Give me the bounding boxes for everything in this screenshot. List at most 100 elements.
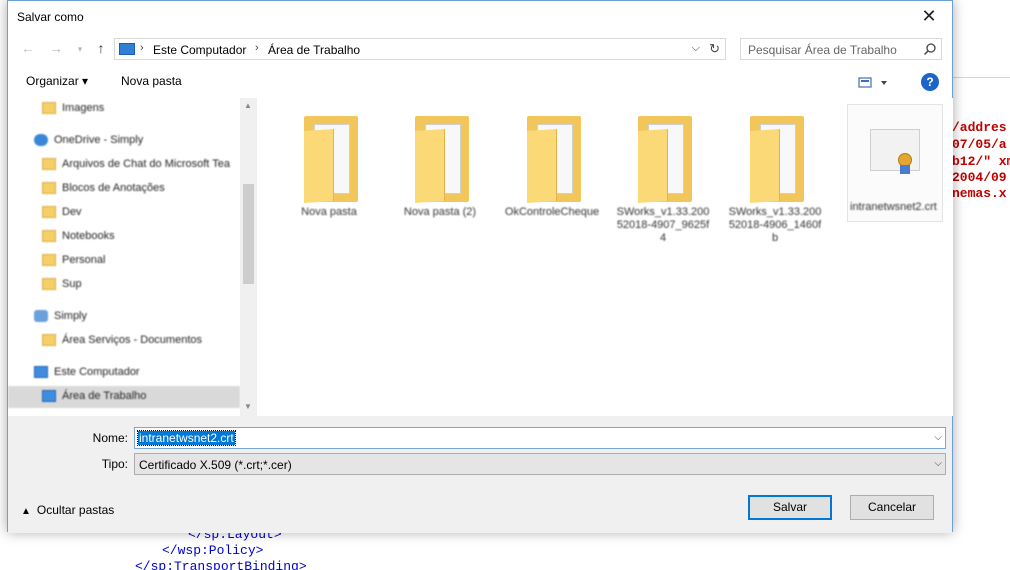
change-view-icon[interactable] (857, 75, 893, 91)
editor-line: </wsp:Policy> (162, 543, 264, 558)
folder-icon (42, 254, 56, 266)
file-item-folder[interactable]: Nova pasta (279, 104, 379, 244)
breadcrumb-area-de-trabalho[interactable]: Área de Trabalho (268, 43, 360, 57)
dialog-title: Salvar como (17, 10, 84, 24)
save-as-dialog: Salvar como ✕ ← → ▾ ↑ › Este Computador … (7, 0, 953, 533)
tree-item-label: Blocos de Anotações (62, 182, 165, 194)
address-bar[interactable]: › Este Computador › Área de Trabalho ⌵ ↻ (114, 38, 726, 60)
folder-icon (527, 116, 581, 204)
navigation-bar: ← → ▾ ↑ › Este Computador › Área de Trab… (8, 32, 952, 66)
certificate-icon (870, 129, 920, 171)
file-name: OkControleCheque (504, 206, 600, 218)
tree-item-imagens[interactable]: Imagens (8, 98, 240, 120)
person-icon (34, 310, 48, 322)
tree-item-simply[interactable]: Simply (8, 306, 240, 328)
editor-line: /addres (952, 120, 1007, 135)
organize-button[interactable]: Organizar ▾ (26, 74, 88, 88)
tree-item-label: Área Serviços - Documentos (62, 334, 202, 346)
tree-item-label: Este Computador (54, 366, 140, 378)
close-button[interactable]: ✕ (906, 1, 952, 32)
editor-line: 2004/09 (952, 170, 1007, 185)
tree-item-arquivos-chat[interactable]: Arquivos de Chat do Microsoft Tea (8, 154, 240, 176)
tree-item-label: Área de Trabalho (62, 390, 147, 402)
folder-icon (304, 116, 358, 204)
tree-item-dev[interactable]: Dev (8, 202, 240, 224)
navigation-scrollbar[interactable]: ▲ ▼ (240, 98, 257, 416)
search-input[interactable]: Pesquisar Área de Trabalho (748, 43, 897, 57)
hide-folders-button[interactable]: ▲ Ocultar pastas (21, 503, 114, 517)
scroll-thumb[interactable] (243, 184, 254, 284)
folder-icon (42, 182, 56, 194)
scroll-down-icon[interactable]: ▼ (244, 402, 252, 411)
file-item-folder[interactable]: OkControleCheque (502, 104, 602, 244)
ribbon-icon (900, 165, 910, 174)
back-arrow-icon[interactable]: ← (18, 40, 38, 58)
chevron-down-icon[interactable]: ⌵ (934, 458, 942, 469)
tree-item-label: Notebooks (62, 230, 115, 242)
file-type-select[interactable]: Certificado X.509 (*.crt;*.cer) ⌵ (134, 453, 946, 475)
chevron-down-icon[interactable]: ⌵ (692, 42, 700, 55)
hide-folders-label: Ocultar pastas (36, 503, 115, 517)
file-name: SWorks_v1.33.20052018-4906_1460fb (728, 206, 822, 244)
file-item-folder[interactable]: SWorks_v1.33.20052018-4907_9625f4 (613, 104, 713, 244)
folder-icon (415, 116, 469, 204)
file-name: intranetwsnet2.crt (850, 201, 937, 213)
navigation-pane: Imagens OneDrive - Simply Arquivos de Ch… (8, 98, 258, 416)
folder-icon (42, 334, 56, 346)
file-item-certificate[interactable]: intranetwsnet2.crt (847, 104, 943, 222)
chevron-up-icon: ▲ (21, 506, 31, 517)
folder-icon (638, 116, 692, 204)
tree-item-notebooks[interactable]: Notebooks (8, 226, 240, 248)
tree-item-este-computador[interactable]: Este Computador (8, 362, 240, 384)
file-type-value: Certificado X.509 (*.crt;*.cer) (139, 458, 292, 472)
scroll-up-icon[interactable]: ▲ (244, 101, 252, 110)
tree-item-onedrive[interactable]: OneDrive - Simply (8, 130, 240, 152)
tree-item-sup[interactable]: Sup (8, 274, 240, 296)
tree-item-blocos[interactable]: Blocos de Anotações (8, 178, 240, 200)
computer-icon (34, 366, 48, 378)
tree-item-personal[interactable]: Personal (8, 250, 240, 272)
cancel-button[interactable]: Cancelar (850, 495, 934, 520)
search-box[interactable]: Pesquisar Área de Trabalho (740, 38, 942, 60)
folder-icon (42, 278, 56, 290)
save-button[interactable]: Salvar (748, 495, 832, 520)
computer-icon (119, 43, 135, 55)
chevron-down-icon[interactable]: ⌵ (934, 432, 942, 443)
type-label: Tipo: (101, 457, 128, 471)
help-icon[interactable]: ? (921, 73, 939, 91)
tree-item-area-servicos[interactable]: Área Serviços - Documentos (8, 330, 240, 352)
editor-line: nemas.x (952, 186, 1007, 201)
folder-icon (42, 230, 56, 242)
file-name-input[interactable]: intranetwsnet2.crt ⌵ (134, 427, 946, 449)
forward-arrow-icon[interactable]: → (46, 40, 66, 58)
file-item-folder[interactable]: Nova pasta (2) (390, 104, 490, 244)
up-arrow-icon[interactable]: ↑ (91, 40, 111, 58)
file-list: Nova pasta Nova pasta (2) OkControleCheq… (259, 98, 953, 416)
tree-item-area-de-trabalho[interactable]: Área de Trabalho (8, 386, 240, 408)
folder-icon (42, 102, 56, 114)
breadcrumb-este-computador[interactable]: Este Computador (153, 43, 246, 57)
editor-line: 07/05/a (952, 137, 1007, 152)
command-bar: Organizar ▾ Nova pasta ? (8, 66, 952, 98)
file-name: Nova pasta (301, 206, 357, 218)
close-icon: ✕ (921, 6, 937, 26)
tree-item-label: OneDrive - Simply (54, 134, 144, 146)
folder-icon (42, 206, 56, 218)
editor-line: b12/" xm (952, 154, 1010, 169)
file-name-value[interactable]: intranetwsnet2.crt (137, 430, 236, 446)
title-bar: Salvar como ✕ (8, 1, 952, 32)
save-form: Nome: intranetwsnet2.crt ⌵ Tipo: Certifi… (8, 416, 952, 533)
refresh-icon[interactable]: ↻ (709, 41, 720, 57)
file-item-folder[interactable]: SWorks_v1.33.20052018-4906_1460fb (725, 104, 825, 244)
name-label: Nome: (92, 431, 128, 445)
tree-item-label: Arquivos de Chat do Microsoft Tea (62, 158, 230, 170)
desktop-icon (42, 390, 56, 402)
chevron-right-icon[interactable]: › (255, 42, 259, 54)
tree-item-label: Dev (62, 206, 82, 218)
chevron-right-icon[interactable]: › (140, 42, 144, 54)
tree-item-label: Simply (54, 310, 88, 322)
search-icon[interactable] (923, 42, 937, 56)
recent-chevron-icon[interactable]: ▾ (70, 44, 90, 62)
new-folder-button[interactable]: Nova pasta (121, 74, 182, 88)
cloud-icon (34, 134, 48, 146)
